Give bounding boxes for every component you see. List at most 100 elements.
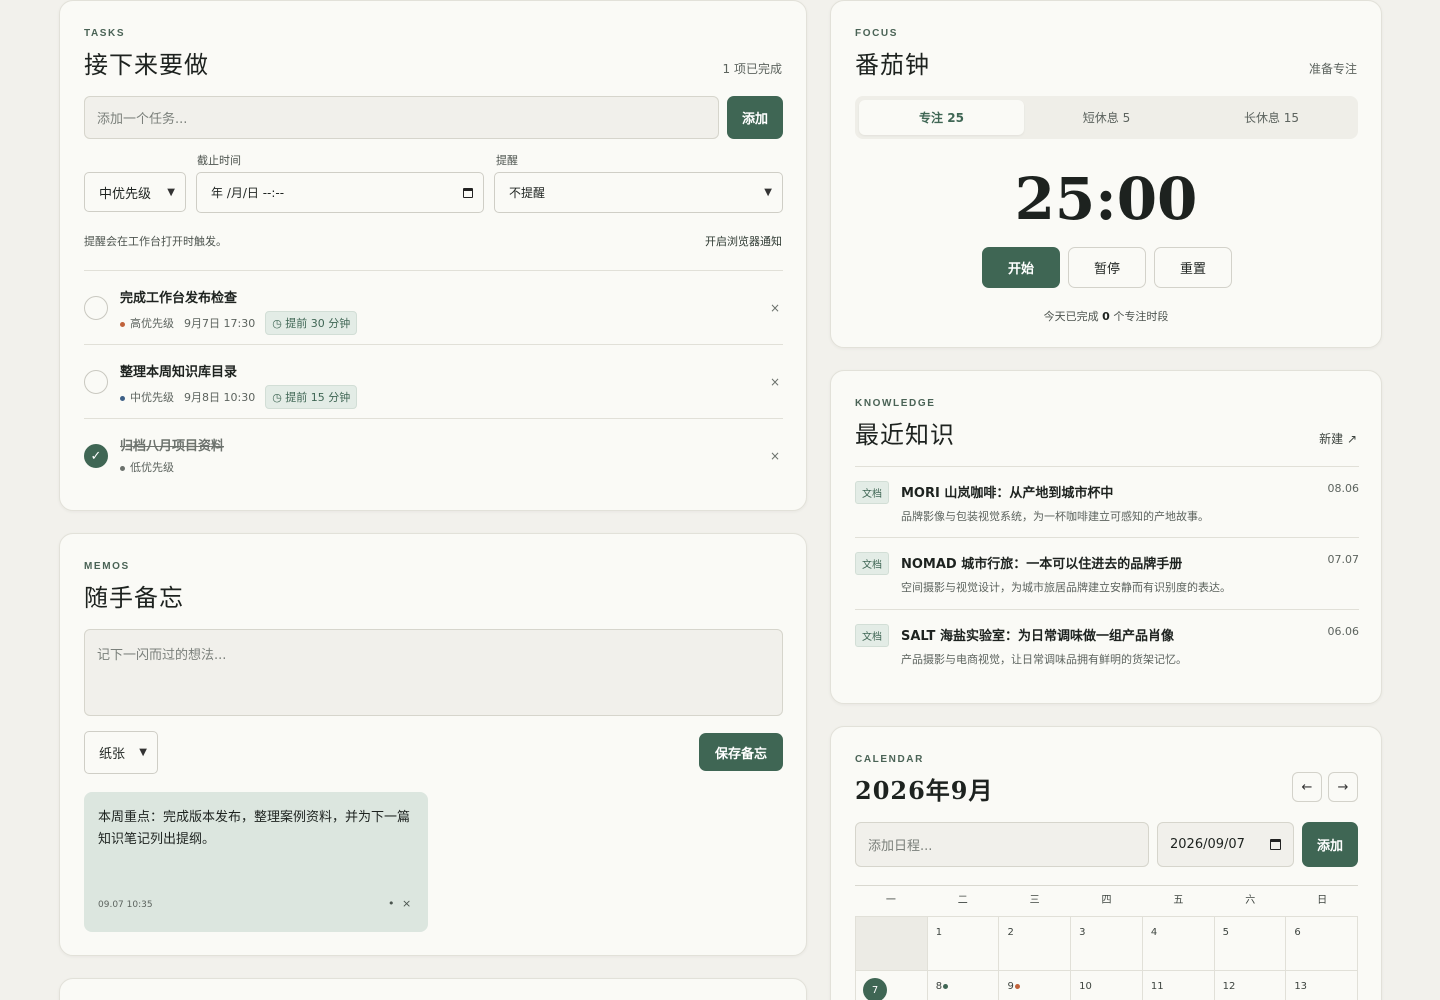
memo-note[interactable]: 本周重点：完成版本发布，整理案例资料，并为下一篇知识笔记列出提纲。 09.07 … bbox=[84, 792, 428, 932]
weekday-label: 三 bbox=[1029, 895, 1040, 906]
calendar-day[interactable]: 10 bbox=[1070, 970, 1142, 1000]
calendar-day[interactable]: 13 bbox=[1285, 970, 1359, 1000]
weekday-label: 二 bbox=[957, 895, 968, 906]
reminder-select-value: 不提醒 bbox=[509, 186, 546, 200]
task-reminder-badge: ◷ 提前 15 分钟 bbox=[265, 385, 358, 409]
reminder-select[interactable]: 不提醒 ▼ bbox=[494, 172, 783, 213]
weekday-header: 一 二 三 四 五 六 日 bbox=[855, 886, 1358, 916]
tasks-title: 接下来要做 bbox=[84, 51, 209, 79]
knowledge-item[interactable]: 文档 NOMAD 城市行旅：一本可以住进去的品牌手册 空间摄影与视觉设计，为城市… bbox=[855, 538, 1359, 608]
calendar-card: CALENDAR 2026年9月 ← → 添加日程... 2026/09/07 … bbox=[830, 726, 1382, 1000]
task-checkbox[interactable] bbox=[84, 370, 108, 394]
task-reminder-badge: ◷ 提前 30 分钟 bbox=[265, 311, 358, 335]
delete-task-icon[interactable]: × bbox=[770, 375, 780, 389]
task-item: 整理本周知识库目录 中优先级 9月8日 10:30 ◷ 提前 15 分钟 × bbox=[84, 345, 784, 419]
task-item: 完成工作台发布检查 高优先级 9月7日 17:30 ◷ 提前 30 分钟 × bbox=[84, 271, 784, 345]
enable-notification-link[interactable]: 开启浏览器通知 bbox=[705, 233, 782, 249]
priority-dot bbox=[120, 321, 125, 327]
delete-task-icon[interactable]: × bbox=[770, 449, 780, 463]
memo-color-dot-icon[interactable]: • bbox=[388, 897, 395, 910]
task-priority-text: 高优先级 bbox=[130, 317, 174, 330]
chevron-down-icon: ▼ bbox=[139, 747, 147, 758]
start-button[interactable]: 开始 bbox=[982, 247, 1060, 288]
calendar-day[interactable]: 4 bbox=[1141, 916, 1214, 970]
focus-summary-count: 0 bbox=[1102, 310, 1110, 323]
next-month-button[interactable]: → bbox=[1328, 772, 1358, 802]
weekday-label: 一 bbox=[885, 895, 896, 906]
knowledge-date: 07.07 bbox=[1327, 553, 1360, 566]
new-knowledge-link[interactable]: 新建 ↗ bbox=[1319, 430, 1357, 447]
calendar-week: 1 2 3 4 5 6 bbox=[855, 916, 1359, 970]
add-task-button[interactable]: 添加 bbox=[727, 96, 783, 139]
event-input[interactable]: 添加日程... bbox=[855, 822, 1149, 867]
task-meta: 高优先级 9月7日 17:30 ◷ 提前 30 分钟 bbox=[120, 311, 358, 335]
delete-memo-icon[interactable]: × bbox=[402, 897, 411, 910]
delete-task-icon[interactable]: × bbox=[770, 301, 780, 315]
event-date-value: 2026/09/07 bbox=[1170, 837, 1245, 852]
priority-select[interactable]: 中优先级 ▼ bbox=[84, 172, 186, 212]
focus-status: 准备专注 bbox=[1308, 62, 1357, 76]
tab-short-break[interactable]: 短休息 5 bbox=[1024, 100, 1189, 135]
tab-long-break[interactable]: 长休息 15 bbox=[1189, 100, 1354, 135]
memos-eyebrow: MEMOS bbox=[84, 561, 130, 572]
memos-title: 随手备忘 bbox=[84, 584, 184, 612]
calendar-day[interactable]: 2 bbox=[998, 916, 1071, 970]
calendar-day[interactable]: 3 bbox=[1070, 916, 1142, 970]
calendar-day[interactable]: 9 bbox=[998, 970, 1071, 1000]
calendar-icon[interactable] bbox=[1270, 839, 1281, 850]
event-dot-icon bbox=[943, 984, 949, 989]
task-checkbox-checked[interactable]: ✓ bbox=[84, 444, 108, 468]
calendar-day[interactable]: 5 bbox=[1213, 916, 1286, 970]
priority-select-value: 中优先级 bbox=[99, 186, 152, 202]
weekday-label: 四 bbox=[1101, 895, 1112, 906]
knowledge-tag: 文档 bbox=[855, 481, 889, 504]
pause-button[interactable]: 暂停 bbox=[1068, 247, 1146, 288]
tab-focus[interactable]: 专注 25 bbox=[859, 100, 1024, 135]
weekday-label: 六 bbox=[1245, 895, 1256, 906]
priority-dot bbox=[120, 395, 125, 401]
add-event-button[interactable]: 添加 bbox=[1302, 822, 1358, 867]
memo-note-text: 本周重点：完成版本发布，整理案例资料，并为下一篇知识笔记列出提纲。 bbox=[98, 810, 411, 847]
focus-summary-suffix: 个专注时段 bbox=[1113, 310, 1169, 323]
task-checkbox[interactable] bbox=[84, 296, 108, 320]
memo-textarea[interactable]: 记下一闪而过的想法... bbox=[84, 629, 783, 716]
knowledge-card: KNOWLEDGE 最近知识 新建 ↗ 文档 MORI 山岚咖啡：从产地到城市杯… bbox=[830, 370, 1382, 704]
day-number: 9 bbox=[1007, 981, 1014, 992]
task-priority: 中优先级 bbox=[120, 389, 174, 405]
calendar-icon[interactable] bbox=[463, 187, 473, 198]
weekday-label: 日 bbox=[1317, 895, 1328, 906]
calendar-day-today[interactable]: 7 bbox=[855, 970, 927, 1000]
chevron-down-icon: ▼ bbox=[167, 186, 175, 198]
calendar-day[interactable]: 6 bbox=[1285, 916, 1359, 970]
priority-dot bbox=[120, 465, 125, 471]
knowledge-desc: 空间摄影与视觉设计，为城市旅居品牌建立安静而有识别度的表达。 bbox=[901, 581, 1231, 594]
focus-title: 番茄钟 bbox=[855, 51, 930, 79]
knowledge-item[interactable]: 文档 MORI 山岚咖啡：从产地到城市杯中 品牌影像与包装视觉系统，为一杯咖啡建… bbox=[855, 467, 1359, 537]
knowledge-date: 08.06 bbox=[1327, 482, 1360, 495]
task-title: 整理本周知识库目录 bbox=[120, 365, 238, 380]
reminder-label: 提醒 bbox=[496, 154, 518, 167]
tasks-eyebrow: TASKS bbox=[84, 28, 126, 39]
calendar-week: 7 8 9 10 11 12 13 bbox=[855, 970, 1359, 1000]
event-date-input[interactable]: 2026/09/07 bbox=[1157, 822, 1294, 867]
task-meta: 中优先级 9月8日 10:30 ◷ 提前 15 分钟 bbox=[120, 385, 358, 409]
calendar-eyebrow: CALENDAR bbox=[855, 754, 924, 765]
memo-style-select[interactable]: 纸张 ▼ bbox=[84, 731, 158, 774]
calendar-day[interactable]: 8 bbox=[926, 970, 999, 1000]
task-item: ✓ 归档八月项目资料 低优先级 × bbox=[84, 419, 784, 493]
calendar-day[interactable]: 11 bbox=[1141, 970, 1214, 1000]
deadline-value: 年 /月/日 --:-- bbox=[211, 186, 285, 200]
save-memo-button[interactable]: 保存备忘 bbox=[699, 733, 783, 771]
today-marker: 7 bbox=[863, 978, 887, 1000]
task-priority-text: 中优先级 bbox=[130, 391, 174, 404]
task-input[interactable]: 添加一个任务... bbox=[84, 96, 719, 139]
knowledge-item[interactable]: 文档 SALT 海盐实验室：为日常调味做一组产品肖像 产品摄影与电商视觉，让日常… bbox=[855, 610, 1359, 680]
calendar-day[interactable]: 1 bbox=[926, 916, 999, 970]
knowledge-eyebrow: KNOWLEDGE bbox=[855, 398, 936, 409]
deadline-input[interactable]: 年 /月/日 --:-- bbox=[196, 172, 484, 213]
tasks-completed-count: 1 项已完成 bbox=[722, 62, 782, 76]
task-due: 9月8日 10:30 bbox=[184, 391, 256, 404]
reset-button[interactable]: 重置 bbox=[1154, 247, 1232, 288]
prev-month-button[interactable]: ← bbox=[1292, 772, 1322, 802]
calendar-day[interactable]: 12 bbox=[1213, 970, 1286, 1000]
